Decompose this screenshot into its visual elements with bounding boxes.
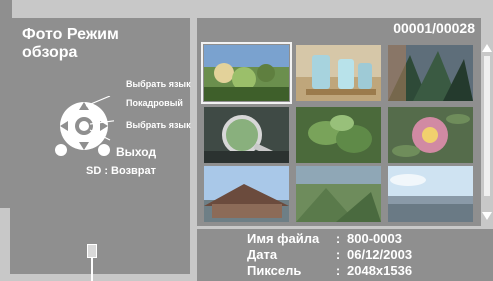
date-key: Дата	[247, 247, 278, 262]
back-label: SD : Возврат	[86, 165, 157, 177]
info-date-row: Дата:06/12/2003	[247, 247, 413, 262]
exit-label: Выход	[116, 145, 157, 159]
thumb-1-image	[204, 45, 289, 101]
thumb-6[interactable]	[388, 107, 473, 163]
thumb-7-image	[204, 166, 289, 222]
thumb-4-image	[204, 107, 289, 163]
file-value: 800-0003	[347, 231, 402, 246]
down-label: Выбрать язык	[126, 120, 191, 130]
screen: Фото Режим обзора Выбрать язык Покадровы…	[0, 0, 493, 281]
thumb-2[interactable]	[296, 45, 381, 101]
page-title: Фото Режим обзора	[22, 26, 119, 61]
exit-button-dot	[98, 144, 110, 156]
file-key: Имя файла	[247, 231, 320, 246]
thumb-1[interactable]	[201, 42, 292, 104]
scroll-up-icon[interactable]	[482, 44, 492, 52]
pixel-value: 2048x1536	[347, 263, 413, 278]
info-file-row: Имя файла:800-0003	[247, 231, 402, 246]
scroll-down-icon[interactable]	[482, 212, 492, 220]
thumb-7[interactable]	[204, 166, 289, 222]
thumb-3-image	[388, 45, 473, 101]
thumb-9-image	[388, 166, 473, 222]
thumb-4[interactable]	[204, 107, 289, 163]
thumb-6-image	[388, 107, 473, 163]
thumb-5-image	[296, 107, 381, 163]
thumb-3[interactable]	[388, 45, 473, 101]
thumb-2-image	[296, 45, 381, 101]
pixel-key: Пиксель	[247, 263, 302, 278]
thumb-5[interactable]	[296, 107, 381, 163]
thumb-8[interactable]	[296, 166, 381, 222]
sd-card-line	[91, 257, 93, 281]
thumb-8-image	[296, 166, 381, 222]
center-label: Покадровый	[126, 98, 183, 108]
page-counter: 00001/00028	[393, 20, 475, 36]
date-value: 06/12/2003	[347, 247, 413, 262]
info-pixel-row: Пиксель:2048x1536	[247, 263, 413, 278]
scroll-thumb[interactable]	[484, 56, 490, 196]
left-button-dot	[55, 144, 67, 156]
sd-card-icon	[87, 244, 97, 258]
up-label: Выбрать язык	[126, 79, 191, 89]
thumb-9[interactable]	[388, 166, 473, 222]
